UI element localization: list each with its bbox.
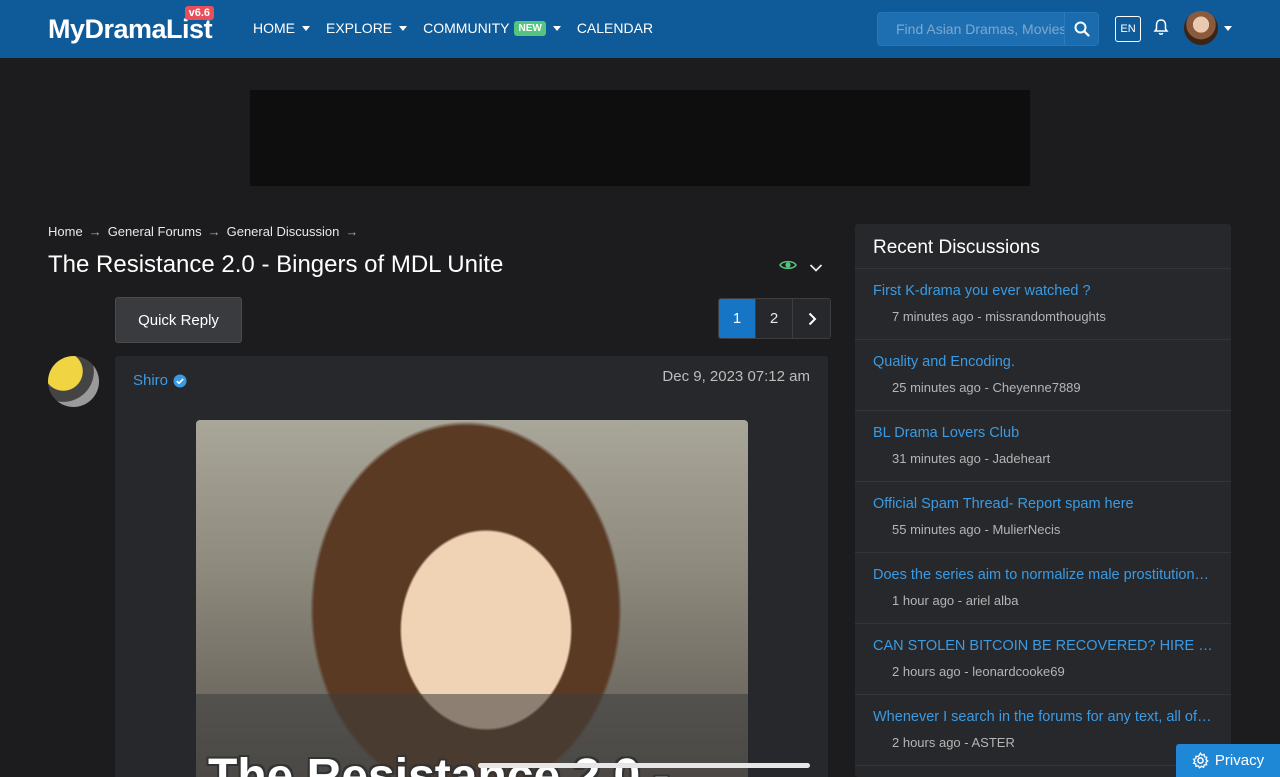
user-avatar[interactable] xyxy=(1184,11,1218,45)
discussion-item: BL Drama Lovers Club 31 minutes ago - Ja… xyxy=(855,411,1231,482)
discussion-link[interactable]: First K-drama you ever watched ? xyxy=(873,283,1213,299)
post-author[interactable]: Shiro xyxy=(133,372,187,389)
pagination: 1 2 xyxy=(718,298,831,339)
nav-community-label: COMMUNITY xyxy=(423,20,510,36)
search-icon xyxy=(1074,21,1090,37)
privacy-label: Privacy xyxy=(1214,752,1265,769)
verified-icon xyxy=(173,374,187,387)
page-title: The Resistance 2.0 - Bingers of MDL Unit… xyxy=(48,251,504,278)
search-box xyxy=(877,12,1099,46)
scroll-indicator xyxy=(478,763,810,768)
post-image: The Resistance 2.0 - xyxy=(196,420,748,777)
nav-explore[interactable]: EXPLORE xyxy=(326,20,408,36)
nav-calendar-label: CALENDAR xyxy=(576,20,654,36)
site-logo[interactable]: MyDramaList v6.6 xyxy=(48,6,215,45)
post-author-avatar[interactable] xyxy=(48,356,99,407)
discussion-meta: 25 minutes ago - Cheyenne7889 xyxy=(892,380,1081,395)
discussion-meta: 2 hours ago - leonardcooke69 xyxy=(892,664,1065,679)
ad-banner xyxy=(250,90,1030,186)
post-card: Shiro Dec 9, 2023 07:12 am The Resistanc… xyxy=(115,356,828,777)
discussion-meta: 31 minutes ago - Jadeheart xyxy=(892,451,1051,466)
nav-explore-label: EXPLORE xyxy=(326,20,393,36)
main-nav: HOME EXPLORE COMMUNITY NEW CALENDAR xyxy=(253,20,653,36)
nav-community[interactable]: COMMUNITY NEW xyxy=(423,20,561,36)
language-button[interactable]: EN xyxy=(1115,16,1141,42)
discussion-item: CAN STOLEN BITCOIN BE RECOVERED? HIRE R…… xyxy=(855,624,1231,695)
chevron-down-icon xyxy=(809,264,823,272)
discussion-link[interactable]: Quality and Encoding. xyxy=(873,354,1213,370)
discussion-meta: 7 minutes ago - missrandomthoughts xyxy=(892,309,1106,324)
discussion-link[interactable]: Whenever I search in the forums for any … xyxy=(873,709,1213,725)
nav-home[interactable]: HOME xyxy=(253,20,310,36)
chevron-right-icon xyxy=(808,312,816,325)
breadcrumb-general-discussion[interactable]: General Discussion xyxy=(227,224,340,239)
search-input[interactable] xyxy=(886,13,1066,45)
gear-icon xyxy=(1192,752,1209,769)
post-author-name: Shiro xyxy=(133,372,169,389)
discussion-meta: 1 hour ago - ariel alba xyxy=(892,593,1019,608)
notifications-button[interactable] xyxy=(1153,18,1169,41)
next-page-button[interactable] xyxy=(793,299,830,338)
recent-discussions-panel: Recent Discussions First K-drama you eve… xyxy=(855,224,1231,777)
breadcrumb-home[interactable]: Home xyxy=(48,224,83,239)
chevron-down-icon xyxy=(552,25,561,31)
discussion-item: Does the series aim to normalize male pr… xyxy=(855,553,1231,624)
discussion-meta: 55 minutes ago - MulierNecis xyxy=(892,522,1061,537)
search-button[interactable] xyxy=(1064,13,1098,45)
chevron-down-icon xyxy=(399,25,408,31)
version-badge: v6.6 xyxy=(184,6,215,20)
discussion-link[interactable]: Does the series aim to normalize male pr… xyxy=(873,567,1213,583)
post-date: Dec 9, 2023 07:12 am xyxy=(662,368,810,385)
breadcrumb: Home → General Forums → General Discussi… xyxy=(48,224,358,239)
discussion-link[interactable]: Official Spam Thread- Report spam here xyxy=(873,496,1213,512)
watch-button[interactable] xyxy=(779,258,797,277)
breadcrumb-arrow-icon: → xyxy=(345,224,359,239)
discussion-item: Official Spam Thread- Report spam here 5… xyxy=(855,482,1231,553)
discussion-link[interactable]: CAN STOLEN BITCOIN BE RECOVERED? HIRE R… xyxy=(873,638,1213,654)
discussion-item: First K-drama you ever watched ? 7 minut… xyxy=(855,269,1231,340)
page-2-button[interactable]: 2 xyxy=(756,299,793,338)
discussion-link[interactable]: BL Drama Lovers Club xyxy=(873,425,1213,441)
new-badge: NEW xyxy=(514,20,546,36)
breadcrumb-arrow-icon: → xyxy=(207,224,221,239)
breadcrumb-general-forums[interactable]: General Forums xyxy=(108,224,202,239)
recent-discussions-title: Recent Discussions xyxy=(873,237,1040,258)
quick-reply-button[interactable]: Quick Reply xyxy=(115,297,242,343)
privacy-button[interactable]: Privacy xyxy=(1176,744,1280,777)
top-navbar: MyDramaList v6.6 HOME EXPLORE COMMUNITY … xyxy=(0,0,1280,58)
discussion-item: Quality and Encoding. 25 minutes ago - C… xyxy=(855,340,1231,411)
bell-icon xyxy=(1153,19,1169,35)
page-1-button[interactable]: 1 xyxy=(719,299,756,338)
breadcrumb-arrow-icon: → xyxy=(88,224,102,239)
discussion-meta: 2 hours ago - ASTER xyxy=(892,735,1015,750)
chevron-down-icon[interactable] xyxy=(1222,26,1232,31)
nav-home-label: HOME xyxy=(253,20,295,36)
nav-calendar[interactable]: CALENDAR xyxy=(577,20,653,36)
discussion-item: Whenever I search in the forums for any … xyxy=(855,695,1231,766)
thread-options-button[interactable] xyxy=(809,260,823,278)
chevron-down-icon xyxy=(302,25,310,31)
eye-icon xyxy=(779,260,797,270)
